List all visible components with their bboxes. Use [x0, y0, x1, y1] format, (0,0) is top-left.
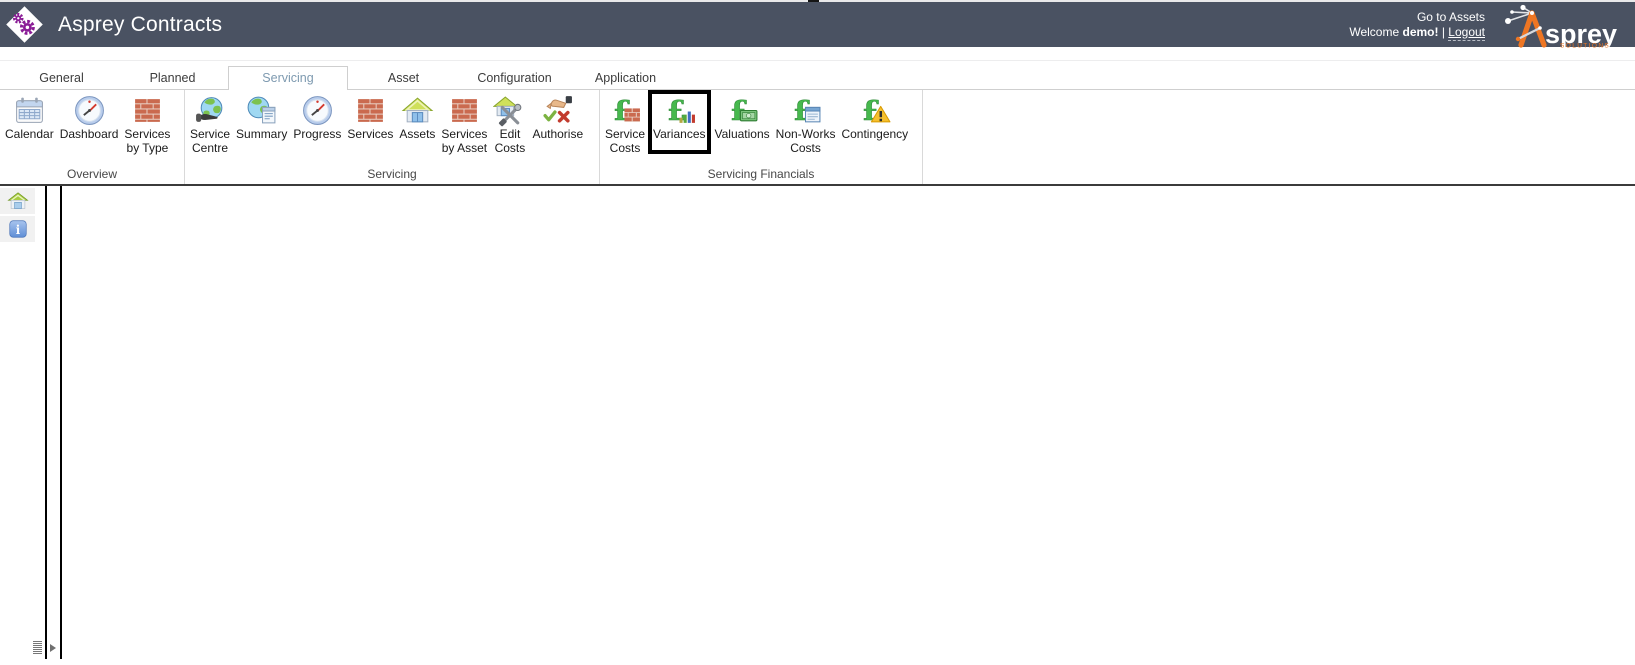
ribbon-button-assets[interactable]: Assets — [396, 92, 438, 142]
ribbon-button-label: Summary — [236, 127, 288, 141]
svg-text:£: £ — [667, 96, 686, 127]
pound-document-icon: £ — [789, 94, 822, 127]
clock-icon — [301, 94, 334, 127]
ribbon-button-services[interactable]: Services — [344, 92, 396, 142]
titlebar: Asprey Contracts Go to Assets Welcome de… — [0, 2, 1635, 48]
ribbon-button-services-by-asset[interactable]: Services by Asset — [438, 92, 490, 155]
clock-icon — [73, 94, 106, 127]
tab-servicing[interactable]: Servicing — [228, 66, 348, 90]
ribbon-button-label: Non-Works Costs — [775, 127, 836, 155]
tab-application[interactable]: Application — [570, 67, 681, 89]
asprey-gears-logo — [6, 6, 43, 43]
side-toolbar: i — [0, 188, 35, 244]
home-icon — [6, 190, 29, 212]
ribbon-button-label: Dashboard — [59, 127, 119, 141]
pound-chart-icon: £ — [663, 94, 696, 127]
ribbon-button-label: Services by Type — [124, 127, 171, 155]
panel-border-right — [60, 186, 62, 659]
house-tools-icon — [493, 94, 526, 127]
logout-link[interactable]: Logout — [1448, 24, 1485, 41]
house-icon — [401, 94, 434, 127]
ribbon-button-edit-costs[interactable]: Edit Costs — [490, 92, 529, 155]
pound-warning-icon: £ — [858, 94, 891, 127]
ribbon-button-services-by-type[interactable]: Services by Type — [121, 92, 173, 155]
globe-report-icon — [245, 94, 278, 127]
ribbon-button-service-centre[interactable]: Service Centre — [187, 92, 233, 155]
ribbon-group-servicing-financials: £ Service Costs £ Variances £ Valuations £ Non-W… — [600, 90, 923, 184]
ribbon-button-variances[interactable]: £ Variances — [648, 90, 711, 154]
ribbon: Calendar Dashboard Services by Type Overview… — [0, 89, 1635, 184]
ribbon-button-contingency[interactable]: £ Contingency — [838, 92, 911, 142]
ribbon-group-servicing: Service Centre Summary Progress Services Asse… — [185, 90, 600, 184]
side-button-home[interactable] — [0, 188, 35, 214]
tab-bar: General Planned Servicing Asset Configuratio… — [0, 47, 1635, 90]
ribbon-group-label: Servicing Financials — [707, 167, 815, 181]
splitter-grip[interactable] — [33, 641, 42, 654]
panel-border-left — [45, 186, 47, 659]
brick-wall-icon — [354, 94, 387, 127]
main-content — [62, 186, 1635, 665]
welcome-prefix: Welcome — [1349, 24, 1403, 39]
ribbon-group-label: Overview — [66, 167, 117, 181]
ribbon-button-label: Edit Costs — [494, 127, 526, 155]
ribbon-button-dashboard[interactable]: Dashboard — [57, 92, 122, 142]
tab-asset[interactable]: Asset — [348, 67, 459, 89]
ribbon-button-label: Assets — [399, 127, 436, 141]
ribbon-group-overview: Calendar Dashboard Services by Type Overview — [0, 90, 185, 184]
tab-configuration[interactable]: Configuration — [459, 67, 570, 89]
globe-hand-icon — [194, 94, 227, 127]
ribbon-button-valuations[interactable]: £ Valuations — [712, 92, 773, 142]
ribbon-button-summary[interactable]: Summary — [233, 92, 290, 142]
brick-wall-icon — [448, 94, 481, 127]
ribbon-button-label: Progress — [293, 127, 342, 141]
ribbon-button-label: Contingency — [841, 127, 909, 141]
app-title: Asprey Contracts — [58, 12, 223, 36]
ribbon-button-authorise[interactable]: Authorise — [529, 92, 586, 142]
brick-wall-icon — [131, 94, 164, 127]
go-to-assets-link[interactable]: Go to Assets — [1349, 10, 1485, 25]
ribbon-button-label: Services — [347, 127, 394, 141]
ribbon-button-label: Valuations — [714, 127, 770, 141]
welcome-text: Welcome demo! | Logout — [1349, 24, 1485, 41]
info-icon: i — [7, 218, 29, 240]
username: demo! — [1402, 24, 1439, 39]
ribbon-group-label: Servicing — [367, 167, 417, 181]
tab-general[interactable]: General — [6, 67, 117, 89]
ribbon-button-label: Variances — [653, 127, 706, 141]
ribbon-button-non-works-costs[interactable]: £ Non-Works Costs — [773, 92, 839, 155]
ribbon-button-progress[interactable]: Progress — [290, 92, 344, 142]
ribbon-button-label: Service Costs — [605, 127, 646, 155]
ribbon-button-label: Calendar — [5, 127, 54, 141]
svg-text:i: i — [15, 223, 20, 237]
panel-expand-arrow[interactable] — [50, 644, 56, 652]
ribbon-button-label: Services by Asset — [441, 127, 488, 155]
ribbon-button-label: Authorise — [532, 127, 584, 141]
asprey-brand-logo: sprey SOLUTIONS — [1505, 4, 1617, 48]
side-button-info[interactable]: i — [0, 216, 35, 242]
ribbon-button-service-costs[interactable]: £ Service Costs — [602, 92, 648, 155]
approve-reject-icon — [541, 94, 574, 127]
calendar-icon — [13, 94, 46, 127]
ribbon-button-calendar[interactable]: Calendar — [2, 92, 57, 142]
welcome-separator: | — [1438, 24, 1449, 39]
pound-bricks-icon: £ — [609, 94, 642, 127]
tab-planned[interactable]: Planned — [117, 67, 228, 89]
pound-banknote-icon: £ — [726, 94, 759, 127]
ribbon-button-label: Service Centre — [190, 127, 231, 155]
